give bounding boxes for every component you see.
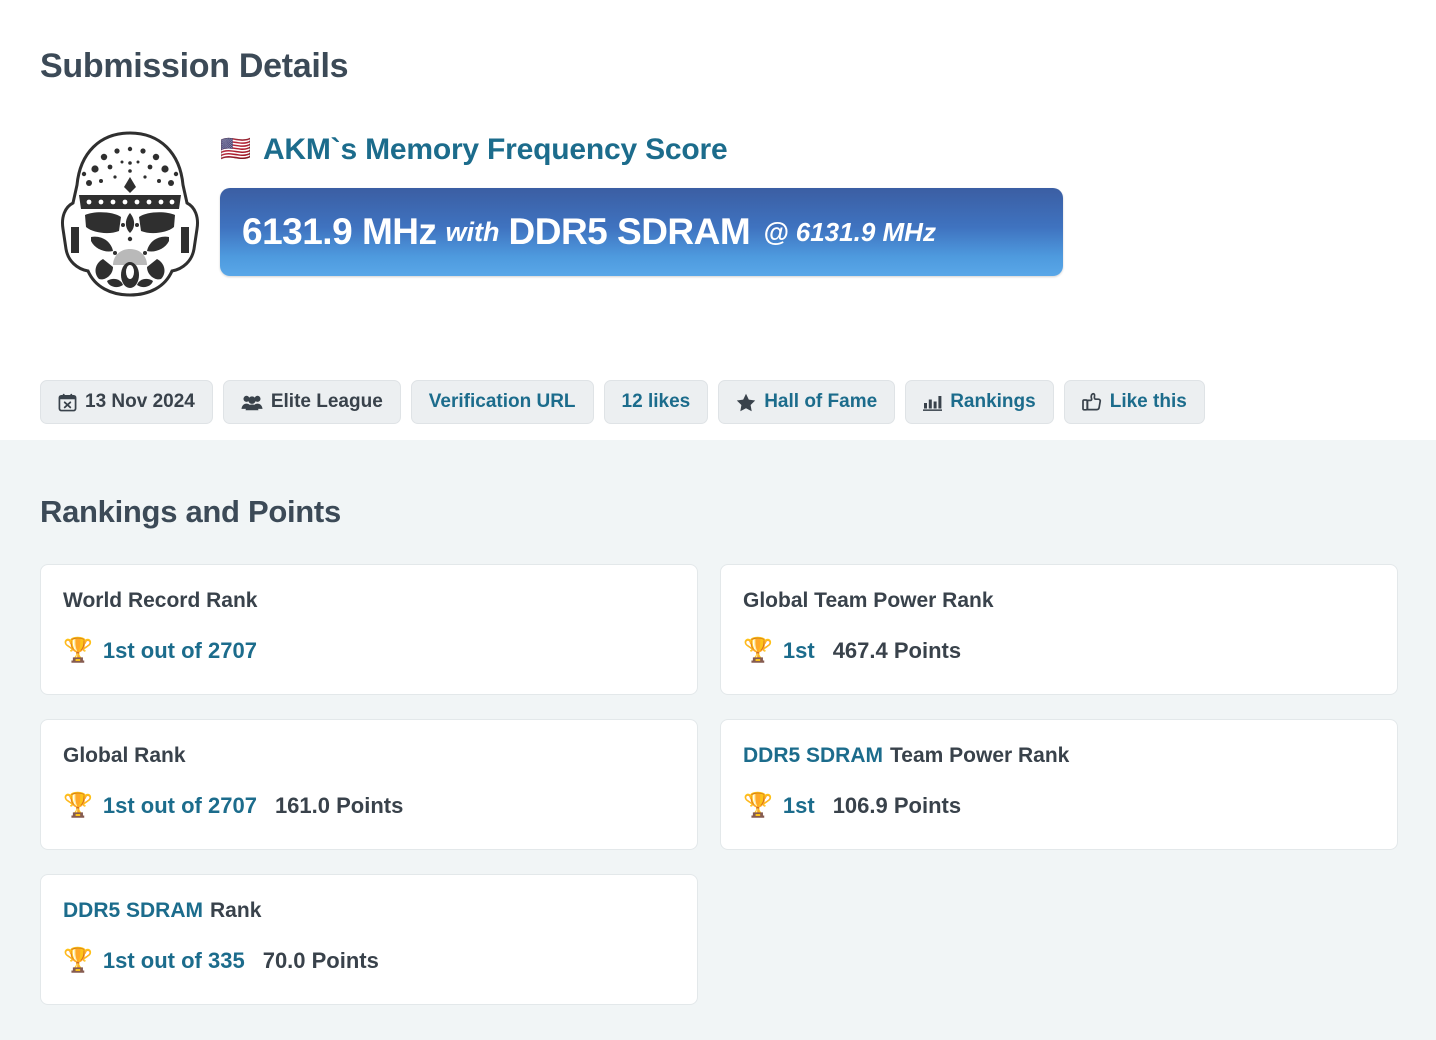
score-title-row[interactable]: 🇺🇸 AKM`s Memory Frequency Score — [220, 133, 1396, 166]
card-value-row: 🏆 1st out of 2707 — [63, 638, 675, 664]
like-this-button[interactable]: Like this — [1064, 380, 1205, 424]
points-value: 467.4 Points — [833, 638, 961, 664]
card-label-text: Team Power Rank — [890, 744, 1069, 767]
card-label: Global Rank — [63, 744, 675, 767]
points-value: 70.0 Points — [263, 948, 379, 974]
hardware-link[interactable]: DDR5 SDRAM — [743, 744, 883, 767]
global-team-power-rank-card: Global Team Power Rank 🏆 1st 467.4 Point… — [720, 564, 1398, 695]
world-record-rank-card: World Record Rank 🏆 1st out of 2707 — [40, 564, 698, 695]
trophy-icon: 🏆 — [743, 794, 773, 818]
trophy-icon: 🏆 — [743, 639, 773, 663]
card-label: Global Team Power Rank — [743, 589, 1375, 612]
league-pill[interactable]: Elite League — [223, 380, 401, 424]
trophy-icon: 🏆 — [63, 949, 93, 973]
card-label: DDR5 SDRAM Team Power Rank — [743, 744, 1375, 767]
card-value-row: 🏆 1st out of 335 70.0 Points — [63, 948, 675, 974]
card-value-row: 🏆 1st 467.4 Points — [743, 638, 1375, 664]
points-value: 106.9 Points — [833, 793, 961, 819]
card-value-row: 🏆 1st 106.9 Points — [743, 793, 1375, 819]
rank-link[interactable]: 1st — [783, 793, 815, 819]
submission-date-pill[interactable]: 13 Nov 2024 — [40, 380, 213, 424]
avatar — [40, 127, 220, 299]
rankings-label: Rankings — [950, 391, 1036, 413]
submission-score-block: 🇺🇸 AKM`s Memory Frequency Score 6131.9 M… — [220, 127, 1396, 276]
hardware-link[interactable]: DDR5 SDRAM — [63, 899, 203, 922]
like-this-label: Like this — [1110, 391, 1187, 413]
hall-of-fame-link[interactable]: Hall of Fame — [718, 380, 895, 424]
score-value: 6131.9 MHz — [242, 211, 437, 253]
calendar-times-icon — [58, 393, 77, 412]
score-banner: 6131.9 MHz with DDR5 SDRAM @ 6131.9 MHz — [220, 188, 1063, 276]
submission-summary: 🇺🇸 AKM`s Memory Frequency Score 6131.9 M… — [40, 127, 1396, 299]
rankings-link[interactable]: Rankings — [905, 380, 1054, 424]
card-label-text: Global Rank — [63, 744, 186, 767]
star-icon — [736, 393, 756, 412]
thumbs-up-icon — [1082, 392, 1102, 412]
rankings-and-points-section: Rankings and Points World Record Rank 🏆 … — [0, 440, 1436, 1040]
trophy-icon: 🏆 — [63, 639, 93, 663]
rank-cards-grid: World Record Rank 🏆 1st out of 2707 Glob… — [40, 564, 1396, 1005]
league-label: Elite League — [271, 391, 383, 413]
ddr5-rank-card: DDR5 SDRAM Rank 🏆 1st out of 335 70.0 Poi… — [40, 874, 698, 1005]
score-with-label: with — [446, 217, 500, 248]
verification-url-link[interactable]: Verification URL — [411, 380, 594, 424]
submission-details-section: Submission Details — [0, 0, 1436, 440]
card-label: DDR5 SDRAM Rank — [63, 899, 675, 922]
score-at-clock: @ 6131.9 MHz — [763, 217, 936, 248]
score-hardware: DDR5 SDRAM — [509, 211, 751, 253]
card-label-text: Rank — [210, 899, 261, 922]
bar-chart-icon — [923, 393, 942, 411]
rank-link[interactable]: 1st out of 2707 — [103, 793, 257, 819]
card-label-text: Global Team Power Rank — [743, 589, 994, 612]
stormtrooper-sugar-skull-avatar — [55, 129, 205, 299]
submission-meta-pills: 13 Nov 2024 Elite League Verification UR… — [40, 380, 1205, 424]
card-label-text: World Record Rank — [63, 589, 257, 612]
global-rank-card: Global Rank 🏆 1st out of 2707 161.0 Poin… — [40, 719, 698, 850]
verification-url-label: Verification URL — [429, 391, 576, 413]
us-flag-icon: 🇺🇸 — [220, 137, 251, 162]
trophy-icon: 🏆 — [63, 794, 93, 818]
hall-of-fame-label: Hall of Fame — [764, 391, 877, 413]
submission-date-label: 13 Nov 2024 — [85, 391, 195, 413]
ddr5-team-power-rank-card: DDR5 SDRAM Team Power Rank 🏆 1st 106.9 Po… — [720, 719, 1398, 850]
section-title: Rankings and Points — [40, 440, 1396, 530]
users-icon — [241, 394, 263, 411]
page-title: Submission Details — [40, 0, 1396, 85]
points-value: 161.0 Points — [275, 793, 403, 819]
card-label: World Record Rank — [63, 589, 675, 612]
likes-count-label: 12 likes — [622, 391, 691, 413]
rank-link[interactable]: 1st out of 335 — [103, 948, 245, 974]
rank-link[interactable]: 1st — [783, 638, 815, 664]
card-value-row: 🏆 1st out of 2707 161.0 Points — [63, 793, 675, 819]
rank-link[interactable]: 1st out of 2707 — [103, 638, 257, 664]
likes-count-pill[interactable]: 12 likes — [604, 380, 709, 424]
score-title-link[interactable]: AKM`s Memory Frequency Score — [263, 133, 728, 166]
